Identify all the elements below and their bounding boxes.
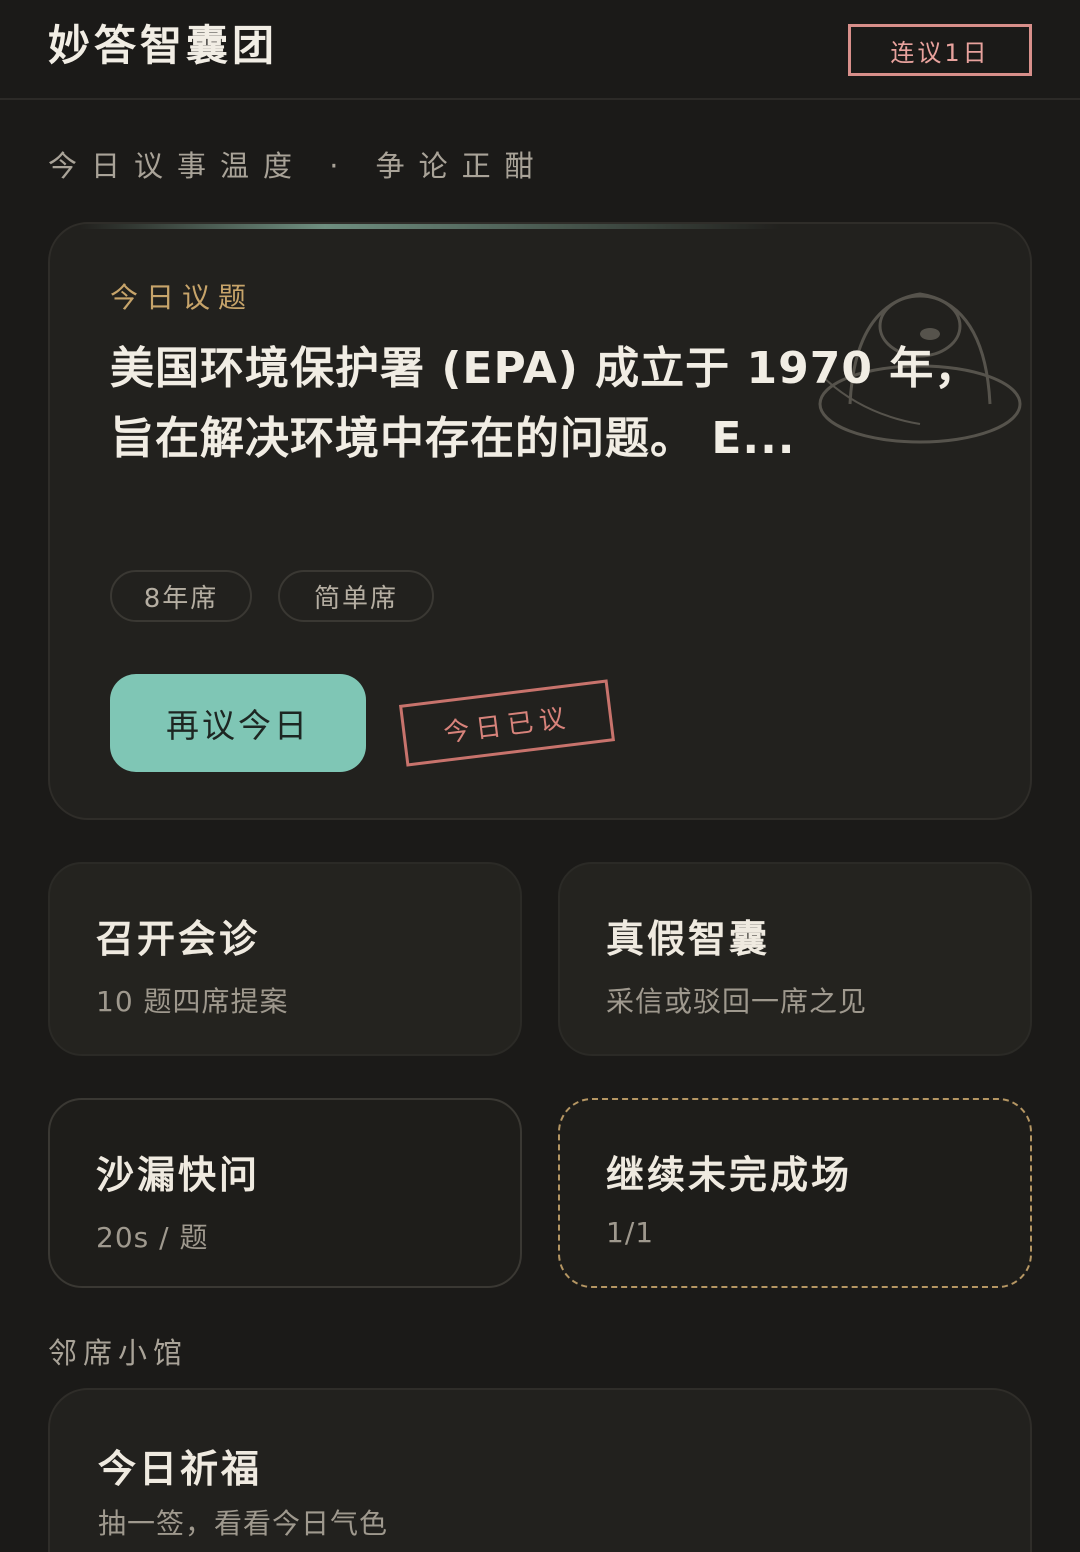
card-title: 召开会诊: [96, 917, 261, 961]
card-subtitle: 抽一签，看看今日气色: [98, 1507, 389, 1540]
card-title: 沙漏快问: [96, 1153, 261, 1197]
app-header: 妙答智囊团 连议1日: [0, 0, 1080, 100]
card-accent-line: [80, 224, 780, 229]
completed-stamp: 今日已议: [399, 679, 615, 767]
streak-badge: 连议1日: [848, 24, 1032, 76]
true-false-mode-card[interactable]: 真假智囊 采信或驳回一席之见: [558, 862, 1032, 1056]
card-subtitle: 采信或驳回一席之见: [606, 985, 868, 1018]
card-subtitle: 10 题四席提案: [96, 985, 289, 1018]
card-title: 今日祈福: [98, 1447, 263, 1491]
difficulty-tag: 简单席: [278, 570, 434, 622]
hourglass-quiz-card[interactable]: 沙漏快问 20s / 题: [48, 1098, 522, 1288]
redo-today-button[interactable]: 再议今日: [110, 674, 366, 772]
topic-label: 今日议题: [110, 281, 255, 314]
resume-session-card[interactable]: 继续未完成场 1/1: [558, 1098, 1032, 1288]
consultation-mode-card[interactable]: 召开会诊 10 题四席提案: [48, 862, 522, 1056]
session-progress: 1/1: [606, 1216, 655, 1249]
card-title: 真假智囊: [606, 917, 771, 961]
debate-temperature: 今日议事温度 · 争论正酣: [48, 149, 548, 183]
daily-blessing-card[interactable]: 今日祈福 抽一签，看看今日气色: [48, 1388, 1032, 1552]
grade-tag: 8年席: [110, 570, 252, 622]
topic-question-text: 美国环境保护署 (EPA) 成立于 1970 年，旨在解决环境中存在的问题。 E…: [110, 343, 980, 464]
neighbor-section-title: 邻席小馆: [48, 1336, 189, 1370]
card-subtitle: 20s / 题: [96, 1221, 209, 1254]
daily-topic-card[interactable]: 今日议题 美国环境保护署 (EPA) 成立于 1970 年，旨在解决环境中存在的…: [48, 222, 1032, 820]
card-title: 继续未完成场: [606, 1153, 853, 1197]
app-title: 妙答智囊团: [48, 21, 279, 70]
home-screen: 妙答智囊团 连议1日 今日议事温度 · 争论正酣 今日议题 美国环境保护署 (E…: [0, 0, 1080, 1552]
